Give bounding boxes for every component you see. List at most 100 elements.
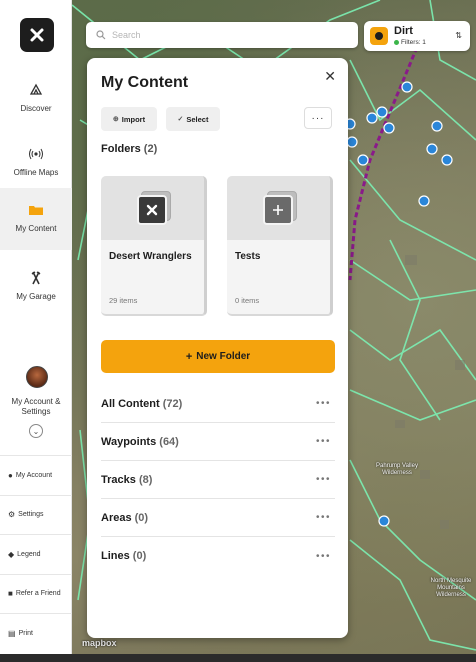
row-title: Areas	[101, 511, 132, 524]
row-count: (72)	[162, 397, 183, 410]
row-all-content[interactable]: All Content (72) •••	[101, 385, 335, 423]
row-label: Lines (0)	[101, 550, 146, 562]
row-more-icon[interactable]: •••	[316, 436, 331, 447]
row-label: All Content (72)	[101, 398, 182, 410]
link-legend[interactable]: ◆ Legend	[0, 534, 72, 574]
folder-icon	[29, 206, 43, 215]
filters-label: Filters: 1	[401, 39, 426, 46]
new-folder-button[interactable]: + New Folder	[101, 340, 335, 373]
sidebar-item-label: My Content	[15, 224, 57, 233]
chevron-down-icon[interactable]: ⌄	[29, 424, 43, 438]
folders-heading: Folders (2)	[101, 143, 157, 155]
row-label: Areas (0)	[101, 512, 148, 524]
row-title: Tracks	[101, 473, 136, 486]
onx-logo[interactable]	[20, 18, 54, 52]
my-content-panel: My Content ✕ ⊕ Import ✓ Select ··· Folde…	[87, 58, 348, 638]
plus-icon	[263, 195, 293, 225]
x-mark-icon	[146, 204, 158, 216]
link-settings[interactable]: ⚙ Settings	[0, 494, 72, 535]
row-title: Waypoints	[101, 435, 157, 448]
sidebar-item-my-content[interactable]: My Content	[0, 188, 72, 250]
new-folder-label: New Folder	[196, 351, 251, 362]
folder-thumbnail	[101, 176, 204, 240]
row-areas[interactable]: Areas (0) •••	[101, 499, 335, 537]
sidebar: Discover Offline Maps My Content My Gara…	[0, 0, 72, 662]
link-print[interactable]: ▤ Print	[0, 613, 72, 653]
sidebar-item-label: Discover	[20, 104, 52, 113]
map-layer-chip[interactable]: Dirt Filters: 1 ⇅	[364, 21, 470, 51]
search-icon	[96, 30, 106, 40]
avatar[interactable]	[26, 366, 48, 388]
row-count: (0)	[134, 511, 149, 524]
print-icon: ▤	[8, 628, 16, 638]
row-count: (8)	[138, 473, 153, 486]
sort-icon[interactable]: ⇅	[455, 31, 462, 40]
panel-title: My Content	[101, 74, 189, 91]
gear-icon: ⚙	[8, 510, 16, 520]
row-lines[interactable]: Lines (0) •••	[101, 537, 335, 575]
import-icon: ⊕	[112, 116, 119, 123]
discover-icon	[29, 83, 43, 95]
row-tracks[interactable]: Tracks (8) •••	[101, 461, 335, 499]
link-my-account[interactable]: ● My Account	[0, 455, 72, 495]
status-dot-icon	[394, 39, 399, 45]
people-icon: ■	[8, 589, 13, 599]
folders-count: (2)	[143, 143, 158, 155]
sidebar-item-label: Offline Maps	[13, 168, 59, 177]
import-label: Import	[121, 114, 146, 124]
row-title: Lines	[101, 550, 130, 562]
link-label: Refer a Friend	[15, 590, 61, 598]
close-icon[interactable]: ✕	[324, 68, 336, 85]
row-more-icon[interactable]: •••	[316, 512, 331, 523]
os-taskbar	[0, 654, 476, 662]
search-input[interactable]	[112, 30, 342, 40]
folder-card-tests[interactable]: Tests 0 items	[227, 176, 333, 316]
select-button[interactable]: ✓ Select	[166, 107, 220, 131]
sidebar-item-offline-maps[interactable]: Offline Maps	[0, 146, 72, 186]
filters-status: Filters: 1	[394, 39, 426, 46]
sidebar-item-discover[interactable]: Discover	[0, 82, 72, 122]
sidebar-item-my-garage[interactable]: My Garage	[0, 270, 72, 310]
map-label-north-mesquite: North Mesquite Mountains Wilderness	[430, 578, 472, 598]
offline-maps-icon	[29, 148, 43, 160]
person-icon: ●	[8, 470, 13, 480]
folder-count: 29 items	[109, 296, 138, 305]
search-bar[interactable]	[86, 22, 358, 48]
sidebar-bottom-links: ● My Account ⚙ Settings ◆ Legend ■ Refer…	[0, 455, 72, 653]
row-more-icon[interactable]: •••	[316, 474, 331, 485]
plus-mark-icon	[273, 205, 283, 215]
account-settings-label[interactable]: My Account & Settings	[4, 397, 68, 417]
folder-card-desert-wranglers[interactable]: Desert Wranglers 29 items	[101, 176, 207, 316]
legend-icon: ◆	[8, 549, 15, 559]
layer-icon	[370, 27, 388, 45]
folder-name: Tests	[235, 251, 261, 262]
plus-icon: +	[185, 350, 193, 363]
dirt-icon	[375, 32, 383, 40]
mapbox-logo: mapbox	[82, 638, 117, 648]
row-label: Waypoints (64)	[101, 436, 179, 448]
link-label: My Account	[15, 471, 53, 479]
x-logo-icon	[30, 28, 44, 42]
select-label: Select	[186, 114, 209, 124]
more-options-button[interactable]: ···	[304, 107, 332, 129]
link-refer-friend[interactable]: ■ Refer a Friend	[0, 573, 72, 614]
garage-icon	[31, 271, 41, 285]
row-title: All Content	[101, 397, 160, 410]
map-label-pahrump: Pahrump Valley Wilderness	[376, 463, 418, 476]
row-label: Tracks (8)	[101, 474, 152, 486]
link-label: Settings	[18, 511, 44, 519]
link-label: Legend	[17, 550, 41, 558]
folder-thumbnail	[227, 176, 330, 240]
row-count: (0)	[132, 550, 147, 562]
import-button[interactable]: ⊕ Import	[101, 107, 157, 131]
sidebar-item-label: My Garage	[16, 292, 56, 301]
row-count: (64)	[159, 435, 179, 448]
layer-title: Dirt	[394, 25, 413, 37]
check-icon: ✓	[177, 116, 184, 123]
link-label: Print	[18, 629, 33, 637]
row-more-icon[interactable]: •••	[316, 551, 331, 562]
folder-count: 0 items	[235, 296, 260, 305]
row-more-icon[interactable]: •••	[316, 398, 331, 409]
folder-name: Desert Wranglers	[109, 251, 192, 262]
row-waypoints[interactable]: Waypoints (64) •••	[101, 423, 335, 461]
